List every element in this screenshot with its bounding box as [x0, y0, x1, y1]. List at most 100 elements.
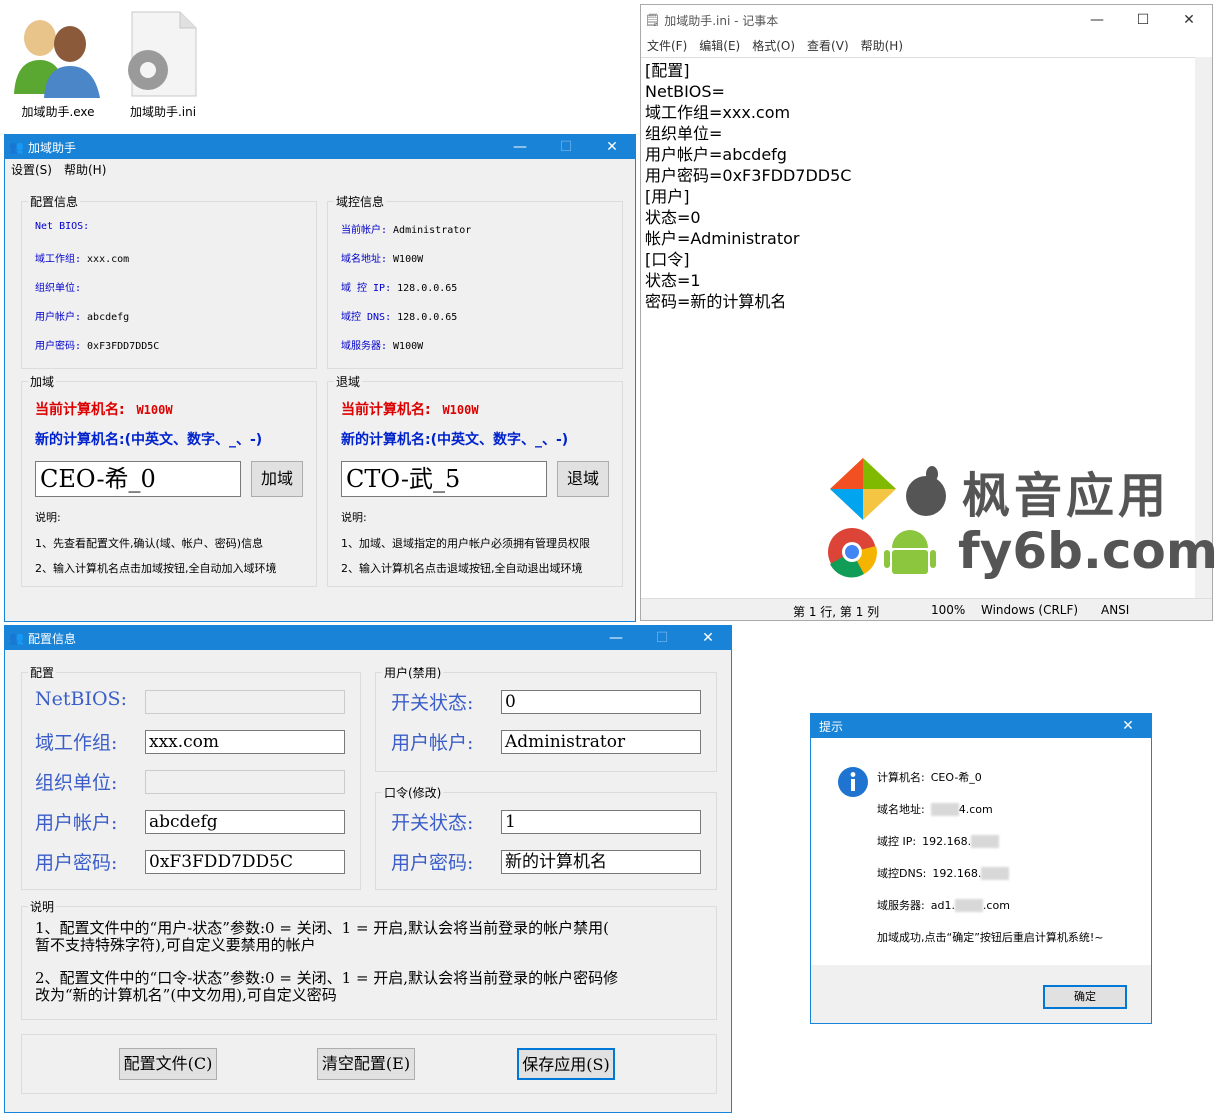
- dc-info-row-label: 域名地址:: [341, 254, 388, 265]
- dc-group-title: 域控信息: [336, 195, 385, 209]
- cfg-group-title: 配置: [30, 666, 55, 680]
- cfg-field-label: NetBIOS:: [35, 688, 127, 710]
- dc-info-row-value: W100W: [393, 254, 424, 265]
- menu-settings[interactable]: 设置(S): [11, 161, 52, 178]
- join-note-1: 1、先查看配置文件,确认(域、帐户、密码)信息: [35, 537, 264, 550]
- config-info-row: Net BIOS:: [35, 221, 95, 232]
- join-new-name-label: 新的计算机名:(中英文、数字、_、-): [35, 432, 263, 448]
- np-menu-file[interactable]: 文件(F): [647, 37, 687, 54]
- user-field-input[interactable]: 0: [501, 690, 701, 714]
- config-close-button[interactable]: ✕: [685, 630, 731, 646]
- pwd-field-label: 用户密码:: [391, 852, 474, 874]
- app-icon: 👥: [9, 140, 24, 154]
- dialog-row-value: CEO-希_0: [930, 771, 982, 784]
- desktop-icon-exe[interactable]: 加域助手.exe: [8, 8, 108, 120]
- ok-button[interactable]: 确定: [1043, 985, 1127, 1009]
- config-info-row-value: 0xF3FDD7DD5C: [87, 341, 160, 352]
- clear-config-button[interactable]: 清空配置(E): [317, 1048, 415, 1080]
- join-button[interactable]: 加域: [251, 461, 303, 497]
- dc-info-row-value: 128.0.0.65: [397, 312, 458, 323]
- notepad-icon: 🗒: [645, 13, 661, 27]
- desc-line-1: 1、配置文件中的“用户-状态”参数:0 = 关闭、1 = 开启,默认会将当前登录…: [35, 919, 609, 937]
- pwd-field-input[interactable]: 1: [501, 810, 701, 834]
- notepad-line: 状态=0: [645, 208, 701, 227]
- dc-info-row-label: 域服务器:: [341, 341, 388, 352]
- np-menu-view[interactable]: 查看(V): [807, 37, 849, 54]
- config-info-row: 组织单位:: [35, 279, 87, 294]
- dialog-titlebar[interactable]: 提示 ✕: [811, 714, 1151, 738]
- join-name-input[interactable]: CEO-希_0: [35, 461, 241, 497]
- leave-desc-title: 说明:: [341, 511, 367, 524]
- user-field-label: 开关状态:: [391, 692, 474, 714]
- pwd-group-title: 口令(修改): [384, 786, 442, 800]
- notepad-maximize-button[interactable]: ☐: [1120, 12, 1166, 28]
- user-group-title: 用户(禁用): [384, 666, 442, 680]
- close-button[interactable]: ✕: [589, 139, 635, 155]
- redacted-text: [954, 899, 983, 912]
- dialog-row-value: 192.168.: [922, 835, 972, 848]
- join-current-label: 当前计算机名:: [35, 402, 125, 418]
- notepad-line: [配置]: [645, 61, 690, 80]
- main-window: 👥 加域助手 — ☐ ✕ 设置(S) 帮助(H) 配置信息 域控信息 加域 退域…: [4, 134, 636, 622]
- np-menu-edit[interactable]: 编辑(E): [699, 37, 740, 54]
- desktop-icon-ini[interactable]: 加域助手.ini: [118, 8, 208, 120]
- notepad-close-button[interactable]: ✕: [1166, 12, 1212, 28]
- config-info-row-label: 用户帐户:: [35, 312, 82, 323]
- dialog-close-button[interactable]: ✕: [1105, 718, 1151, 734]
- dc-info-row-label: 域 控 IP:: [341, 283, 392, 294]
- config-info-row-value: abcdefg: [87, 312, 130, 323]
- menu-help[interactable]: 帮助(H): [64, 161, 106, 178]
- config-minimize-button[interactable]: —: [593, 630, 639, 646]
- notepad-minimize-button[interactable]: —: [1074, 12, 1120, 28]
- np-menu-help[interactable]: 帮助(H): [861, 37, 903, 54]
- config-maximize-button: ☐: [655, 630, 669, 646]
- notepad-line: 组织单位=: [645, 124, 723, 143]
- ini-label: 加域助手.ini: [129, 105, 197, 119]
- config-file-button[interactable]: 配置文件(C): [119, 1048, 217, 1080]
- np-menu-format[interactable]: 格式(O): [752, 37, 795, 54]
- user-field-input[interactable]: Administrator: [501, 730, 701, 754]
- leave-button[interactable]: 退域: [557, 461, 609, 497]
- dialog-row-label: 计算机名:: [877, 771, 925, 784]
- config-title: 配置信息: [27, 631, 76, 646]
- cfg-field-input: [145, 690, 345, 714]
- pwd-field-input[interactable]: 新的计算机名: [501, 850, 701, 874]
- dc-info-row: 域名地址: W100W: [341, 250, 423, 265]
- desc-line-2: 暂不支持特殊字符),可自定义要禁用的帐户: [35, 936, 316, 954]
- join-group-title: 加域: [30, 375, 55, 389]
- config-info-row-label: 组织单位:: [35, 283, 82, 294]
- config-titlebar[interactable]: 👥 配置信息 — ☐ ✕: [5, 626, 731, 650]
- dialog-row: 域名地址: 4.com: [877, 801, 993, 817]
- notepad-line: [口令]: [645, 250, 690, 269]
- save-apply-button[interactable]: 保存应用(S): [517, 1048, 615, 1080]
- dc-info-row: 域服务器: W100W: [341, 337, 423, 352]
- watermark: 枫音应用 fy6b.com: [824, 452, 1217, 588]
- config-info-row-label: 用户密码:: [35, 341, 82, 352]
- notepad-line: 帐户=Administrator: [645, 229, 800, 248]
- minimize-button[interactable]: —: [497, 139, 543, 155]
- notepad-line: 用户密码=0xF3FDD7DD5C: [645, 166, 852, 185]
- notepad-scrollbar[interactable]: [1195, 57, 1212, 598]
- config-info-row: 用户帐户: abcdefg: [35, 308, 129, 323]
- join-desc-title: 说明:: [35, 511, 61, 524]
- main-titlebar[interactable]: 👥 加域助手 — ☐ ✕: [5, 135, 635, 159]
- join-current-name: 当前计算机名: W100W: [35, 399, 173, 419]
- desc-text: 1、配置文件中的“用户-状态”参数:0 = 关闭、1 = 开启,默认会将当前登录…: [35, 920, 618, 1004]
- cfg-field-input[interactable]: abcdefg: [145, 810, 345, 834]
- dc-info-row-value: Administrator: [393, 225, 472, 236]
- main-menubar: 设置(S) 帮助(H): [5, 159, 635, 179]
- dialog-title: 提示: [819, 719, 844, 734]
- redacted-text: [971, 835, 1000, 848]
- config-window: 👥 配置信息 — ☐ ✕ 配置 用户(禁用) 口令(修改) 说明 1、配置文件中…: [4, 625, 732, 1113]
- notepad-menubar: 文件(F) 编辑(E) 格式(O) 查看(V) 帮助(H): [641, 35, 1212, 55]
- cfg-field-input[interactable]: xxx.com: [145, 730, 345, 754]
- cfg-field-input[interactable]: 0xF3FDD7DD5C: [145, 850, 345, 874]
- notepad-titlebar[interactable]: 🗒 加域助手.ini - 记事本 — ☐ ✕: [641, 5, 1212, 35]
- info-dialog: 提示 ✕ 加域成功,点击“确定”按钮后重启计算机系统!~ 确定 计算机名: CEO…: [810, 713, 1152, 1024]
- leave-name-input[interactable]: CTO-武_5: [341, 461, 547, 497]
- leave-current-value: W100W: [442, 403, 479, 417]
- notepad-line: NetBIOS=: [645, 82, 725, 101]
- config-info-row-value: xxx.com: [87, 254, 130, 265]
- notepad-title: 加域助手.ini - 记事本: [664, 13, 779, 28]
- dialog-message: 加域成功,点击“确定”按钮后重启计算机系统!~: [877, 931, 1104, 944]
